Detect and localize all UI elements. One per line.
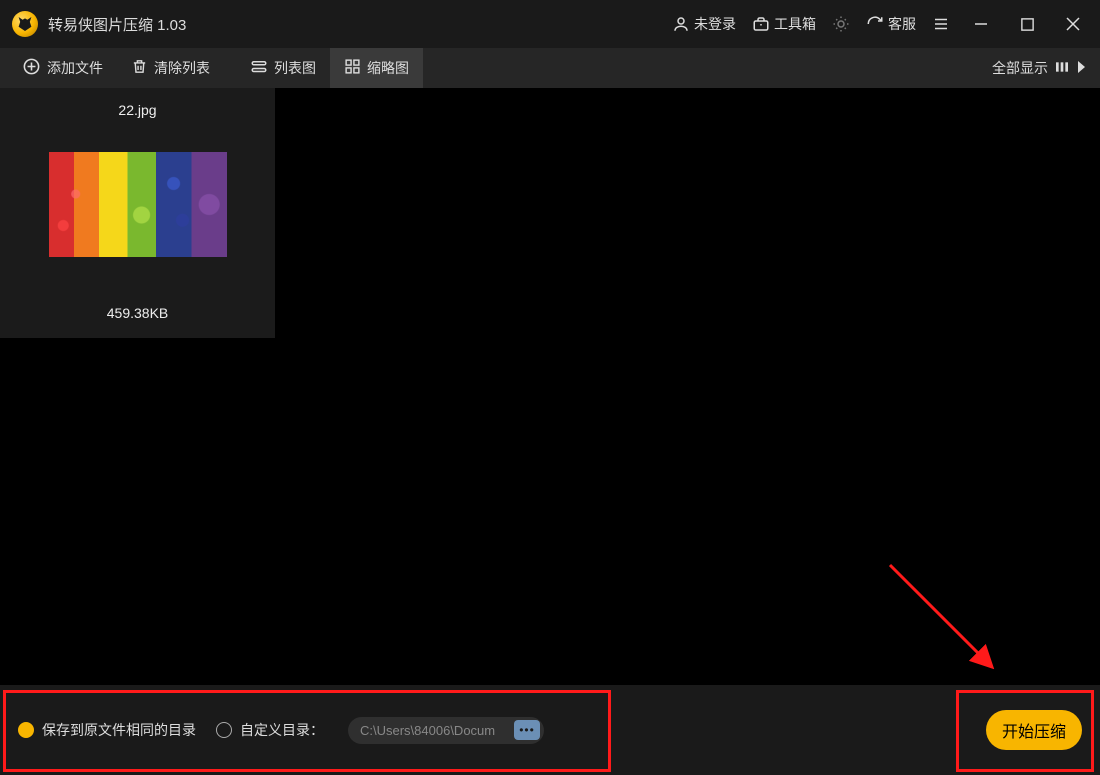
output-dir-group: 保存到原文件相同的目录 自定义目录： C:\Users\84006\Docum … <box>18 717 544 744</box>
output-path-text: C:\Users\84006\Docum <box>360 723 514 738</box>
save-same-dir-radio[interactable]: 保存到原文件相同的目录 <box>18 720 196 740</box>
sun-icon <box>832 15 850 33</box>
service-button[interactable]: 客服 <box>862 10 920 38</box>
minimize-icon <box>973 16 989 32</box>
thumb-view-label: 缩略图 <box>367 58 409 78</box>
thumb-view-button[interactable]: 缩略图 <box>330 48 423 88</box>
maximize-button[interactable] <box>1008 8 1046 40</box>
trash-icon <box>131 58 148 78</box>
toolbox-icon <box>752 15 770 33</box>
theme-button[interactable] <box>828 11 854 37</box>
menu-button[interactable] <box>928 11 954 37</box>
custom-dir-label: 自定义目录： <box>240 720 324 740</box>
plus-circle-icon <box>22 57 41 79</box>
service-label: 客服 <box>888 14 916 34</box>
close-icon <box>1065 16 1081 32</box>
app-title: 转易侠图片压缩 1.03 <box>48 14 186 35</box>
grid-icon <box>344 58 361 78</box>
menu-icon <box>932 15 950 33</box>
list-view-button[interactable]: 列表图 <box>236 48 330 88</box>
clear-list-button[interactable]: 清除列表 <box>117 48 224 88</box>
save-same-dir-label: 保存到原文件相同的目录 <box>42 720 196 740</box>
bottombar: 保存到原文件相同的目录 自定义目录： C:\Users\84006\Docum … <box>0 685 1100 775</box>
columns-icon <box>1054 59 1070 78</box>
refresh-icon <box>866 15 884 33</box>
show-all-label: 全部显示 <box>992 58 1048 78</box>
file-name: 22.jpg <box>118 102 156 118</box>
user-icon <box>672 15 690 33</box>
show-all-button[interactable]: 全部显示 <box>978 48 1100 88</box>
login-label: 未登录 <box>694 14 736 34</box>
output-path-input[interactable]: C:\Users\84006\Docum ••• <box>348 717 544 744</box>
custom-dir-radio[interactable]: 自定义目录： <box>216 720 324 740</box>
app-logo-icon <box>12 11 38 37</box>
clear-list-label: 清除列表 <box>154 58 210 78</box>
add-file-button[interactable]: 添加文件 <box>8 48 117 88</box>
toolbox-button[interactable]: 工具箱 <box>748 10 820 38</box>
file-thumbnail <box>49 152 227 257</box>
login-button[interactable]: 未登录 <box>668 10 740 38</box>
toolbar: 添加文件 清除列表 列表图 缩略图 全部显示 <box>0 48 1100 88</box>
content-area: 22.jpg 459.38KB <box>0 88 1100 685</box>
chevron-right-icon <box>1076 60 1086 77</box>
maximize-icon <box>1020 17 1035 32</box>
radio-checked-icon <box>18 722 34 738</box>
file-size: 459.38KB <box>107 305 169 321</box>
file-card[interactable]: 22.jpg 459.38KB <box>0 88 275 338</box>
toolbox-label: 工具箱 <box>774 14 816 34</box>
start-compress-button[interactable]: 开始压缩 <box>986 710 1082 750</box>
browse-button[interactable]: ••• <box>514 720 540 740</box>
list-view-label: 列表图 <box>274 58 316 78</box>
titlebar: 转易侠图片压缩 1.03 未登录 工具箱 客服 <box>0 0 1100 48</box>
radio-unchecked-icon <box>216 722 232 738</box>
add-file-label: 添加文件 <box>47 58 103 78</box>
list-icon <box>250 58 268 79</box>
minimize-button[interactable] <box>962 8 1000 40</box>
close-button[interactable] <box>1054 8 1092 40</box>
